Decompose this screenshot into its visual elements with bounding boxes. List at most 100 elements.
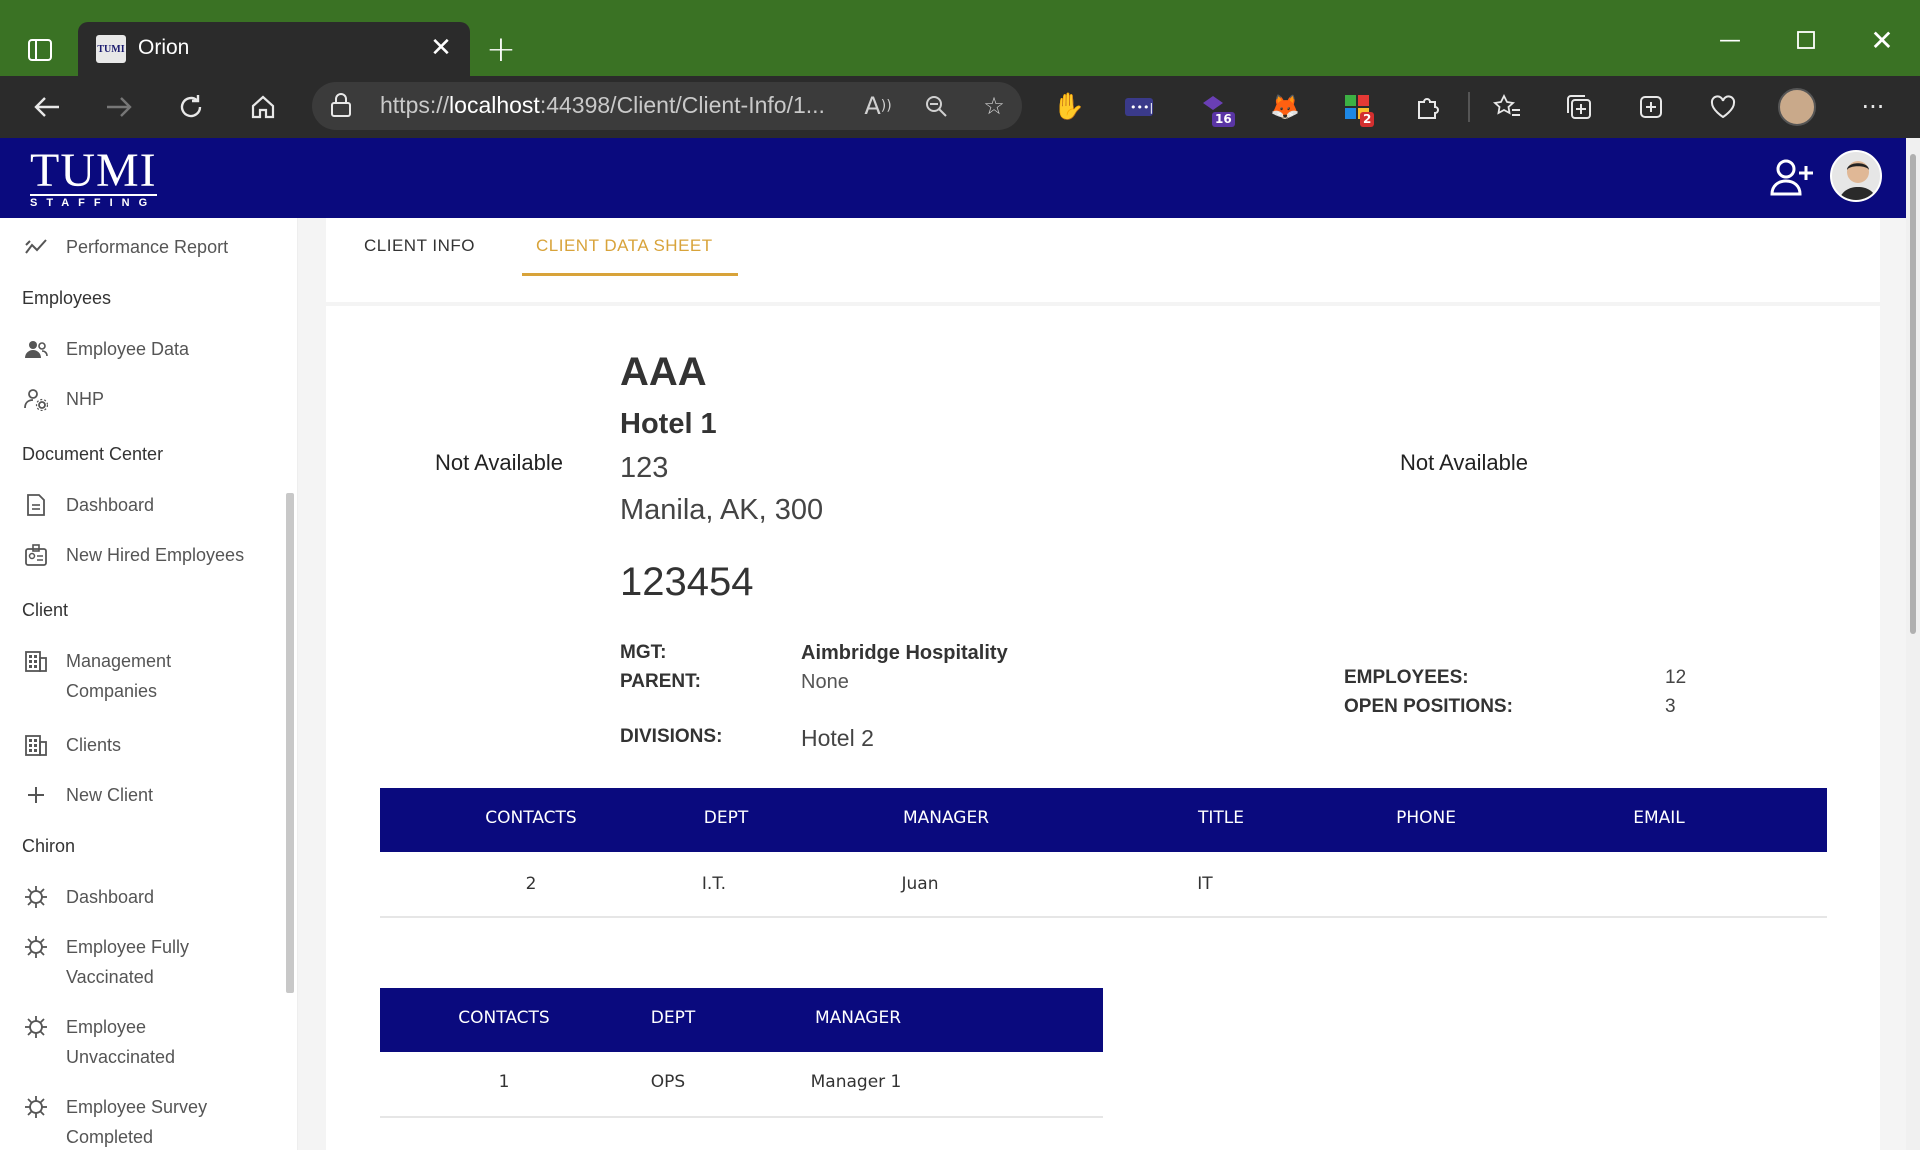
extension-badge-count: 2 [1360, 112, 1375, 127]
column-header-email: EMAIL [1633, 808, 1685, 828]
sidebar-item-label: Management Companies [66, 646, 171, 706]
cell-title: IT [1197, 874, 1213, 894]
browser-tab-orion[interactable]: TUMI Orion ✕ [78, 22, 470, 76]
adblock-extension-icon[interactable]: ✋ [1046, 84, 1092, 130]
add-favorite-icon[interactable]: ☆ [974, 88, 1014, 124]
column-header-manager: MANAGER [814, 1008, 902, 1028]
sidebar-item-employee-survey-completed[interactable]: Employee Survey Completed [22, 1092, 207, 1150]
browser-essentials-icon[interactable] [1628, 84, 1674, 130]
sidebar-item-label: Performance Report [66, 237, 229, 257]
parent-value: None [801, 671, 849, 693]
extension-badge-2-icon[interactable]: 2 [1334, 84, 1380, 130]
back-icon[interactable] [24, 84, 70, 130]
sidebar-item-label: NHP [66, 389, 105, 409]
sidebar-item-employee-data[interactable]: Employee Data [22, 334, 189, 364]
document-icon [22, 491, 50, 519]
label-line-2: Vaccinated [66, 967, 154, 987]
favorites-icon[interactable] [1484, 84, 1530, 130]
client-street: 123 [620, 452, 669, 484]
zoom-out-icon[interactable] [916, 88, 956, 124]
column-header-dept: DEPT [650, 1008, 696, 1028]
sidebar-item-label: Dashboard [66, 887, 155, 907]
forward-icon[interactable] [96, 84, 142, 130]
column-header-contacts: CONTACTS [485, 808, 577, 828]
extension-badge-16-icon[interactable]: 16 [1190, 84, 1236, 130]
performance-heart-icon[interactable] [1700, 84, 1746, 130]
label-line-2: Companies [66, 681, 158, 701]
label-line-1: Employee Survey [66, 1097, 208, 1117]
url-host: localhost [449, 92, 540, 118]
tab-client-data-sheet[interactable]: CLIENT DATA SHEET [536, 236, 713, 256]
divisions-value: Hotel 2 [801, 725, 874, 751]
home-icon[interactable] [240, 84, 286, 130]
address-bar[interactable]: https://localhost:44398/Client/Client-In… [312, 82, 1022, 130]
metamask-fox-icon[interactable]: 🦊 [1262, 84, 1308, 130]
tab-client-info[interactable]: CLIENT INFO [364, 236, 475, 256]
extensions-puzzle-icon[interactable] [1404, 84, 1450, 130]
sidebar-item-performance-report[interactable]: Performance Report [22, 232, 228, 262]
open-positions-value: 3 [1665, 696, 1676, 717]
sidebar-item-label: New Hired Employees [66, 545, 245, 565]
window-close-icon[interactable]: ✕ [1862, 20, 1902, 60]
collections-icon[interactable] [1556, 84, 1602, 130]
sidebar-item-chiron-dashboard[interactable]: Dashboard [22, 882, 154, 912]
contacts-table-2-header: CONTACTS DEPT MANAGER [380, 988, 1103, 1052]
tab-actions-icon[interactable] [18, 30, 62, 70]
extension-badge-count: 16 [1212, 112, 1235, 127]
sidebar-item-employee-fully-vaccinated[interactable]: Employee Fully Vaccinated [22, 932, 189, 992]
page-scroll-thumb[interactable] [1910, 154, 1916, 634]
maximize-icon[interactable] [1786, 20, 1826, 60]
plus-icon [22, 781, 50, 809]
contacts-table-header: CONTACTS DEPT MANAGER TITLE PHONE EMAIL [380, 788, 1827, 852]
label-line-2: Completed [66, 1127, 154, 1147]
sidebar-item-nhp[interactable]: NHP [22, 384, 104, 414]
logo-sub-text: STAFFING [30, 194, 157, 209]
cell-manager: Manager 1 [810, 1072, 902, 1092]
column-header-contacts: CONTACTS [458, 1008, 550, 1028]
employees-label: EMPLOYEES: [1344, 667, 1469, 688]
tab-title: Orion [138, 36, 190, 59]
sidebar-item-label: Employee Survey Completed [66, 1092, 207, 1150]
column-header-title: TITLE [1198, 808, 1244, 828]
toolbar-divider [1468, 92, 1470, 122]
url-prefix: https:// [380, 92, 450, 118]
user-avatar[interactable] [1830, 150, 1882, 202]
virus-icon [22, 933, 50, 961]
browser-titlebar: TUMI Orion ✕ + — ✕ [0, 0, 1920, 76]
sidebar-item-label: Employee Unvaccinated [66, 1012, 175, 1072]
sidebar-item-new-client[interactable]: New Client [22, 780, 153, 810]
sidebar-item-new-hired-employees[interactable]: New Hired Employees [22, 540, 244, 570]
employees-value: 12 [1665, 667, 1687, 688]
add-user-icon[interactable] [1770, 158, 1816, 198]
sidebar-item-employee-unvaccinated[interactable]: Employee Unvaccinated [22, 1012, 175, 1072]
sidebar-section-document-center: Document Center [22, 444, 164, 464]
sidebar-item-clients[interactable]: Clients [22, 730, 121, 760]
label-line-1: Employee [66, 1017, 147, 1037]
lock-icon[interactable] [330, 92, 356, 120]
sidebar-item-label: Dashboard [66, 495, 155, 515]
more-options-icon[interactable]: ··· [1850, 84, 1896, 130]
password-extension-icon[interactable]: •••| [1116, 84, 1162, 130]
profile-avatar[interactable] [1778, 88, 1816, 126]
label-line-1: Employee Fully [66, 937, 190, 957]
page-scrollbar[interactable] [1906, 138, 1920, 1150]
sidebar-item-management-companies[interactable]: Management Companies [22, 646, 171, 706]
url-text[interactable]: https://localhost:44398/Client/Client-In… [380, 92, 825, 119]
tab-close-icon[interactable]: ✕ [426, 34, 456, 64]
read-aloud-icon[interactable]: A)) [858, 88, 898, 124]
minimize-icon[interactable]: — [1710, 20, 1750, 60]
client-logo-placeholder-right: Not Available [1400, 450, 1529, 475]
column-header-manager: MANAGER [902, 808, 990, 828]
cell-contacts: 2 [525, 874, 537, 894]
tab-bar [326, 218, 1880, 302]
cell-contacts: 1 [498, 1072, 510, 1092]
sidebar-item-dashboard[interactable]: Dashboard [22, 490, 154, 520]
tumi-logo[interactable]: TUMI STAFFING [30, 146, 157, 209]
sidebar-scrollbar[interactable] [286, 493, 294, 993]
table-row[interactable]: 2 I.T. Juan IT [380, 852, 1827, 918]
client-logo-placeholder-left: Not Available [435, 450, 564, 475]
refresh-icon[interactable] [168, 84, 214, 130]
open-positions-label: OPEN POSITIONS: [1344, 696, 1513, 717]
new-tab-icon[interactable]: + [480, 28, 522, 70]
table-row[interactable]: 1 OPS Manager 1 [380, 1052, 1103, 1118]
